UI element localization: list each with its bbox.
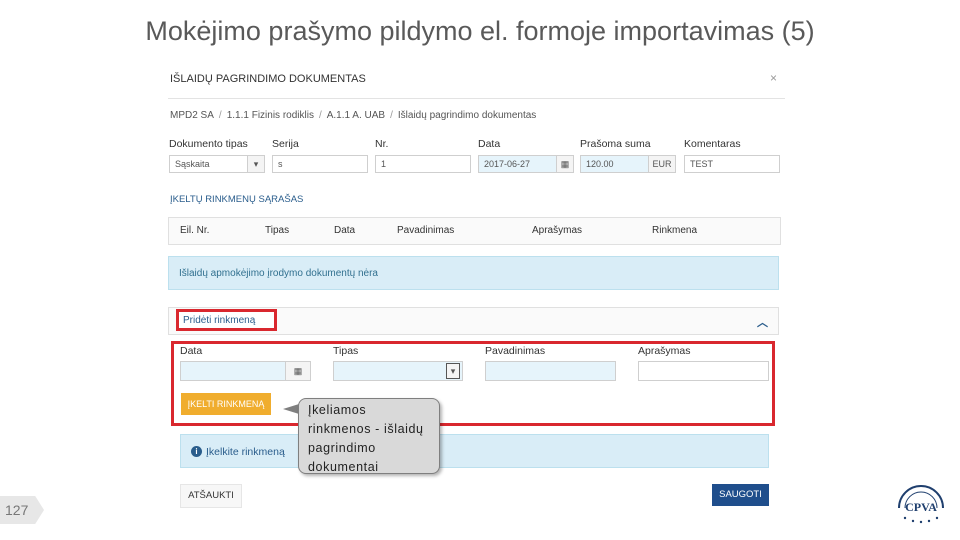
breadcrumb-item[interactable]: 1.1.1 Fizinis rodiklis — [227, 110, 314, 121]
amount-label: Prašoma suma — [580, 138, 651, 150]
dialog-title: IŠLAIDŲ PAGRINDIMO DOKUMENTAS — [170, 73, 366, 85]
doc-type-label: Dokumento tipas — [169, 138, 248, 150]
dialog-header: IŠLAIDŲ PAGRINDIMO DOKUMENTAS × — [168, 62, 785, 99]
column-header: Aprašymas — [532, 225, 583, 236]
upload-file-button[interactable]: ĮKELTI RINKMENĄ — [181, 393, 271, 415]
date-label: Data — [478, 138, 501, 150]
close-icon[interactable]: × — [770, 71, 777, 85]
slide-title: Mokėjimo prašymo pildymo el. formoje imp… — [145, 16, 815, 46]
column-header: Tipas — [265, 225, 290, 236]
column-header: Data — [334, 225, 356, 236]
files-table-header: Eil. Nr. Tipas Data Pavadinimas Aprašyma… — [168, 217, 781, 245]
comment-value: TEST — [690, 159, 714, 169]
chevron-up-icon[interactable]: ︿ — [757, 314, 768, 330]
upload-info-box: i Įkelkite rinkmeną — [180, 434, 769, 468]
date-input[interactable]: 2017-06-27 ▦ — [478, 155, 574, 173]
files-section-title: ĮKELTŲ RINKMENŲ SĄRAŠAS — [170, 194, 304, 205]
currency-label: EUR — [648, 156, 675, 172]
logo-text: CPVA — [905, 500, 937, 514]
series-value: s — [278, 159, 283, 169]
breadcrumb: MPD2 SA/1.1.1 Fizinis rodiklis / A.1.1 A. … — [170, 110, 537, 121]
doc-type-value: Sąskaita — [175, 159, 210, 169]
amount-value: 120.00 — [586, 159, 614, 169]
amount-input[interactable]: 120.00 EUR — [580, 155, 676, 173]
callout-pointer — [283, 404, 299, 414]
series-label: Serija — [272, 138, 299, 150]
add-file-toggle[interactable]: Pridėti rinkmeną — [176, 309, 277, 331]
number-label: Nr. — [375, 138, 389, 150]
empty-files-info: Išlaidų apmokėjimo įrodymo dokumentų nėr… — [168, 256, 779, 290]
callout-note: Įkeliamos rinkmenos - išlaidų pagrindimo… — [298, 398, 440, 474]
info-icon: i — [191, 446, 202, 457]
cpva-logo: CPVA — [898, 485, 944, 524]
save-button[interactable]: SAUGOTI — [712, 484, 769, 506]
breadcrumb-item[interactable]: A.1.1 A. UAB — [327, 110, 385, 121]
comment-input[interactable]: TEST — [684, 155, 780, 173]
comment-label: Komentaras — [684, 138, 741, 150]
doc-type-select[interactable]: Sąskaita ▾ — [169, 155, 265, 173]
breadcrumb-item: Išlaidų pagrindimo dokumentas — [397, 110, 537, 121]
number-value: 1 — [381, 159, 387, 169]
column-header: Pavadinimas — [397, 225, 455, 236]
page-number: 127 — [0, 496, 44, 524]
upload-info-text: Įkelkite rinkmeną — [206, 446, 285, 458]
cancel-button[interactable]: ATŠAUKTI — [180, 484, 242, 508]
date-value: 2017-06-27 — [484, 159, 531, 169]
breadcrumb-item[interactable]: MPD2 SA — [170, 110, 214, 121]
column-header: Eil. Nr. — [180, 225, 210, 236]
chevron-down-icon[interactable]: ▾ — [247, 156, 264, 172]
number-input[interactable]: 1 — [375, 155, 471, 173]
calendar-icon[interactable]: ▦ — [556, 156, 573, 172]
column-header: Rinkmena — [652, 225, 698, 236]
series-input[interactable]: s — [272, 155, 368, 173]
